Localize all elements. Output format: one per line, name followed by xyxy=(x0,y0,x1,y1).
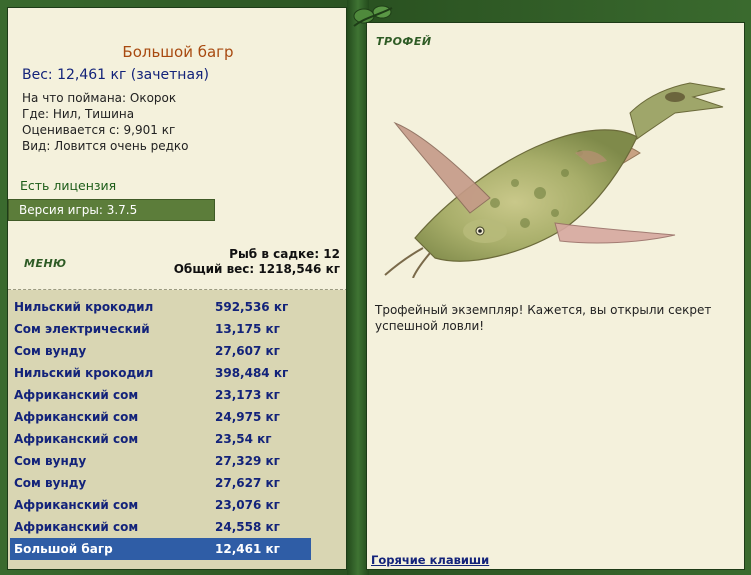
trophy-message: Трофейный экземпляр! Кажется, вы открыли… xyxy=(375,303,712,333)
catch-fish-weight: 27,627 кг xyxy=(215,476,280,490)
catch-list-row[interactable]: Сом вунду 27,627 кг xyxy=(10,472,311,494)
trophy-label: ТРОФЕЙ xyxy=(376,35,432,48)
catch-fish-name: Сом вунду xyxy=(14,476,87,490)
catch-list-row[interactable]: Африканский сом 24,975 кг xyxy=(10,406,311,428)
version-bar: Версия игры: 3.7.5 xyxy=(8,199,215,221)
catch-fish-name: Нильский крокодил xyxy=(14,366,154,380)
fish-info-panel: Большой багр Вес: 12,461 кг (зачетная) Н… xyxy=(7,7,347,570)
fish-details: На что поймана: Окорок Где: Нил, Тишина … xyxy=(22,90,188,154)
catch-fish-name: Африканский сом xyxy=(14,388,139,402)
catch-fish-name: Сом вунду xyxy=(14,344,87,358)
catch-fish-name: Африканский сом xyxy=(14,410,139,424)
catch-fish-weight: 592,536 кг xyxy=(215,300,289,314)
catch-list-row[interactable]: Сом вунду 27,329 кг xyxy=(10,450,311,472)
catch-fish-weight: 398,484 кг xyxy=(215,366,289,380)
catch-list-row[interactable]: Сом вунду 27,607 кг xyxy=(10,340,311,362)
catch-fish-name: Нильский крокодил xyxy=(14,300,154,314)
keep-count: Рыб в садке: 12 xyxy=(229,247,340,261)
fish-kind: Вид: Ловится очень редко xyxy=(22,139,189,153)
fish-weight: Вес: 12,461 кг (зачетная) xyxy=(22,67,209,83)
catch-fish-name: Африканский сом xyxy=(14,520,139,534)
catch-fish-weight: 13,175 кг xyxy=(215,322,280,336)
catch-fish-weight: 23,54 кг xyxy=(215,432,272,446)
catch-fish-name: Африканский сом xyxy=(14,498,139,512)
catch-list-row[interactable]: Нильский крокодил 398,484 кг xyxy=(10,362,311,384)
hotkeys-link[interactable]: Горячие клавиши xyxy=(371,553,489,567)
menu-button[interactable]: МЕНЮ xyxy=(24,257,67,270)
catfish-image xyxy=(384,82,726,278)
keep-net-summary: Рыб в садке: 12 Общий вес: 1218,546 кг xyxy=(174,247,340,277)
catch-list-row[interactable]: Африканский сом 23,076 кг xyxy=(10,494,311,516)
fish-valued: Оценивается с: 9,901 кг xyxy=(22,123,176,137)
catch-fish-name: Сом вунду xyxy=(14,454,87,468)
catch-list-row[interactable]: Сом электрический 13,175 кг xyxy=(10,318,311,340)
catch-fish-weight: 23,076 кг xyxy=(215,498,280,512)
catch-list-row[interactable]: Африканский сом 23,54 кг xyxy=(10,428,311,450)
fish-place: Где: Нил, Тишина xyxy=(22,107,135,121)
catch-list-row[interactable]: Большой багр 12,461 кг xyxy=(10,538,311,560)
catch-list-row[interactable]: Африканский сом 24,558 кг xyxy=(10,516,311,538)
catch-list-row[interactable]: Африканский сом 23,173 кг xyxy=(10,384,311,406)
catch-fish-name: Большой багр xyxy=(14,542,113,556)
license-status: Есть лицензия xyxy=(20,178,117,193)
catch-fish-weight: 27,607 кг xyxy=(215,344,280,358)
fish-bait: На что поймана: Окорок xyxy=(22,91,177,105)
catch-fish-name: Африканский сом xyxy=(14,432,139,446)
catch-fish-weight: 23,173 кг xyxy=(215,388,280,402)
keep-total-weight: Общий вес: 1218,546 кг xyxy=(173,262,340,276)
catch-fish-weight: 27,329 кг xyxy=(215,454,280,468)
catch-fish-weight: 12,461 кг xyxy=(215,542,280,556)
fish-title: Большой багр xyxy=(122,43,234,61)
catch-list: Нильский крокодил 592,536 кг Сом электриче… xyxy=(10,296,311,560)
trophy-panel: ТРОФЕЙ Трофейный экземпляр! Кажется, вы … xyxy=(366,22,745,570)
catch-list-row[interactable]: Нильский крокодил 592,536 кг xyxy=(10,296,311,318)
catch-fish-name: Сом электрический xyxy=(14,322,150,336)
catch-fish-weight: 24,558 кг xyxy=(215,520,280,534)
catch-fish-weight: 24,975 кг xyxy=(215,410,280,424)
